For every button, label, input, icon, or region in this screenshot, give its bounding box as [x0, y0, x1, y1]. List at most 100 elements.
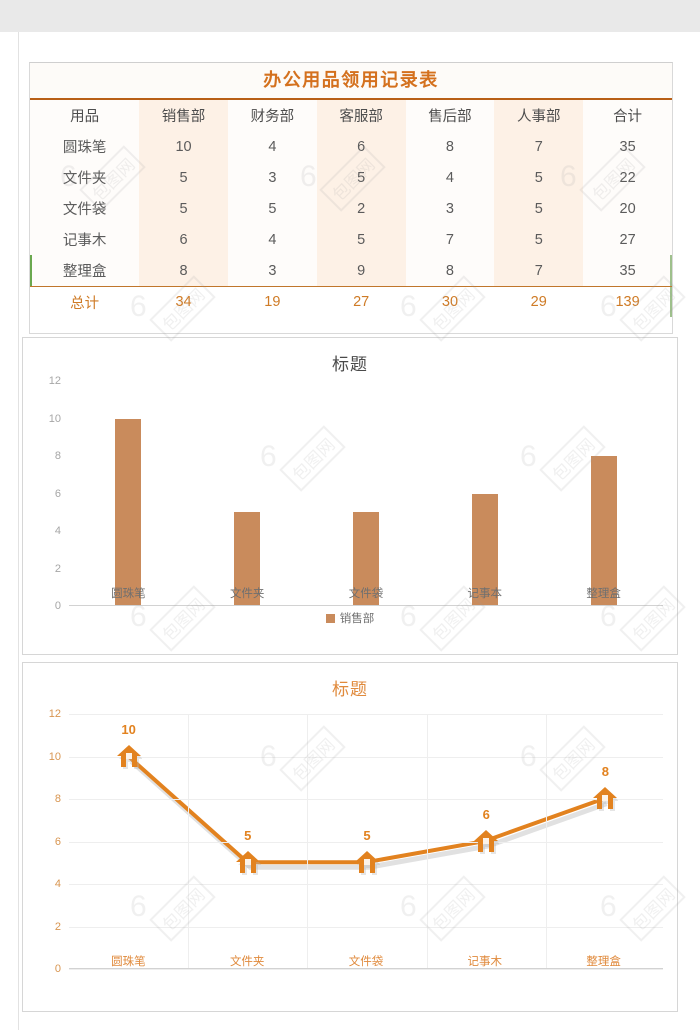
table-cell-value: 8 [405, 255, 495, 287]
data-label: 5 [244, 827, 252, 843]
gridline [69, 756, 663, 758]
table-header-cell: 售后部 [405, 100, 495, 131]
table-total-row: 总计 34 19 27 30 29 139 [30, 286, 672, 317]
line-x-tick-label: 文件夹 [229, 956, 265, 968]
bar-chart-legend: 销售部 [23, 610, 677, 626]
line-chart-panel: 标题 0 2 4 6 8 10 12 10 5 5 6 8 圆珠笔 文件夹 文件袋 记事木 整理盒 [22, 662, 678, 1012]
house-marker-icon [354, 850, 381, 876]
table-header-cell: 人事部 [494, 100, 584, 131]
table-cell-item: 整理盒 [30, 255, 140, 287]
table-cell-value: 35 [583, 131, 672, 162]
gridline [69, 884, 663, 885]
data-label: 5 [363, 827, 371, 843]
line-x-tick-label: 圆珠笔 [111, 956, 146, 968]
table-cell-value: 5 [494, 162, 584, 193]
table-cell-value: 5 [316, 224, 406, 255]
y-tick-label: 4 [54, 878, 61, 890]
table-row: 文件袋 5 5 2 3 5 20 [30, 193, 672, 224]
table-row: 整理盒 8 3 9 8 7 35 [30, 255, 672, 287]
bar-chart-panel: 标题 0 2 4 6 8 10 12 圆珠笔 文件夹 文件袋 记事本 整理盒 销售部 [22, 337, 678, 655]
bar-x-tick-label: 圆珠笔 [111, 588, 146, 600]
bar-x-tick-label: 整理盒 [586, 588, 621, 600]
gridline [69, 714, 663, 715]
bar-series-sales [69, 381, 663, 606]
data-label: 8 [601, 764, 610, 779]
y-tick-label: 8 [54, 450, 61, 462]
line-chart-y-axis: 0 2 4 6 8 10 12 [23, 708, 65, 975]
table-body: 圆珠笔 10 4 6 8 7 35 文件夹 5 3 5 4 5 22 文件袋 5 5 2 3 5 20 记事木 6 4 5 7 5 2… [30, 131, 672, 287]
table-cell-value: 6 [316, 131, 406, 162]
table-header-cell: 合计 [583, 100, 672, 131]
table-cell-value: 35 [583, 255, 672, 287]
house-marker-icon [592, 787, 620, 812]
total-value: 29 [494, 286, 584, 317]
table-row: 圆珠笔 10 4 6 8 7 35 [30, 131, 672, 162]
y-tick-label: 2 [54, 562, 61, 575]
total-value: 30 [405, 286, 495, 317]
gridline-vertical [188, 714, 190, 969]
table-cell-value: 3 [227, 255, 317, 287]
y-tick-label: 10 [48, 750, 61, 763]
table-cell-value: 9 [316, 255, 406, 287]
table-cell-item: 记事木 [30, 224, 140, 255]
table-cell-value: 20 [583, 193, 672, 224]
total-label: 总计 [30, 286, 140, 317]
y-tick-label: 4 [54, 525, 61, 537]
table-cell-value: 7 [405, 224, 495, 255]
bar-chart-plot [69, 381, 663, 606]
line-chart-plot-area: 0 2 4 6 8 10 12 10 5 5 6 8 [23, 708, 677, 975]
table-header-cell: 用品 [30, 100, 140, 131]
table-cell-value: 5 [139, 162, 228, 193]
total-value: 19 [227, 286, 317, 317]
table-cell-value: 8 [139, 255, 228, 287]
y-tick-label: 0 [54, 963, 61, 975]
table-cell-value: 5 [227, 193, 317, 224]
table-cell-value: 7 [494, 131, 584, 162]
table-header-cell: 销售部 [139, 100, 228, 131]
bar-chart-y-axis: 0 2 4 6 8 10 12 [23, 375, 65, 612]
house-marker-icon [116, 744, 143, 770]
page-canvas: 办公用品领用记录表 用品 销售部 财务部 客服部 售后部 人事部 合计 圆珠笔 10 4 6 8 7 3… [0, 0, 700, 1030]
left-margin-band [0, 32, 19, 1030]
table-cell-value: 7 [494, 255, 584, 287]
total-value: 27 [316, 286, 406, 317]
table-cell-value: 8 [405, 131, 495, 162]
record-table-panel: 办公用品领用记录表 用品 销售部 财务部 客服部 售后部 人事部 合计 圆珠笔 10 4 6 8 7 3… [29, 62, 673, 334]
gridline [69, 926, 663, 928]
table-cell-item: 圆珠笔 [30, 131, 140, 162]
top-gray-band [0, 0, 700, 32]
y-tick-label: 2 [54, 920, 61, 933]
table-row: 记事木 6 4 5 7 5 27 [30, 224, 672, 255]
gridline-vertical [307, 714, 309, 969]
table-cell-value: 3 [227, 162, 317, 193]
table-header-row: 用品 销售部 财务部 客服部 售后部 人事部 合计 [30, 100, 672, 131]
table-cell-value: 5 [139, 193, 228, 224]
bar [590, 456, 617, 606]
house-marker-icon [235, 850, 262, 876]
bar-chart-plot-area: 0 2 4 6 8 10 12 [23, 375, 677, 612]
gridline-vertical [426, 714, 428, 969]
data-label: 6 [482, 806, 490, 822]
table-cell-item: 文件夹 [30, 162, 140, 193]
y-tick-label: 10 [48, 412, 61, 425]
y-tick-label: 6 [54, 835, 61, 848]
total-value: 34 [139, 286, 228, 317]
table-cell-item: 文件袋 [30, 193, 140, 224]
table-cell-value: 3 [405, 193, 495, 224]
table-cell-value: 2 [316, 193, 406, 224]
table-cell-value: 4 [227, 131, 317, 162]
line-x-tick-label: 整理盒 [586, 956, 621, 968]
table-cell-value: 4 [405, 162, 495, 193]
table-row: 文件夹 5 3 5 4 5 22 [30, 162, 672, 193]
bar-chart-x-axis: 圆珠笔 文件夹 文件袋 记事本 整理盒 [69, 585, 663, 607]
table-header-cell: 财务部 [227, 100, 317, 131]
table-cell-value: 22 [583, 162, 672, 193]
legend-label: 销售部 [339, 613, 375, 625]
gridline-vertical [545, 714, 547, 969]
bar-x-tick-label: 记事本 [467, 588, 503, 600]
data-label: 10 [121, 721, 136, 737]
bar-x-tick-label: 文件袋 [348, 588, 384, 600]
line-chart-title: 标题 [332, 680, 368, 699]
table-cell-value: 5 [316, 162, 406, 193]
total-value: 139 [583, 286, 672, 317]
